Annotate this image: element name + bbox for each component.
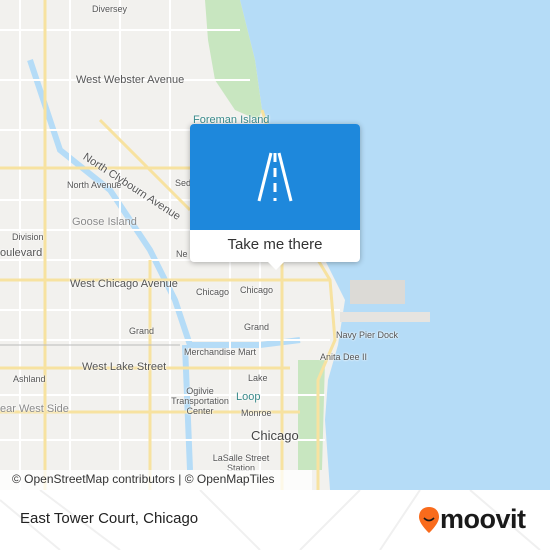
popup-header <box>190 124 360 230</box>
popup-pointer <box>268 262 284 270</box>
place-name: East Tower Court, Chicago <box>20 510 199 527</box>
map-label: Chicago <box>251 428 299 443</box>
map-label: North Avenue <box>67 180 122 190</box>
map-label: Grand <box>129 326 155 336</box>
moovit-logo[interactable]: moovit <box>418 504 526 535</box>
map-label: Loop <box>236 391 261 403</box>
map-label: West Webster Avenue <box>76 74 185 86</box>
map-label: Sed <box>175 178 192 188</box>
map-label: Grand <box>244 322 270 332</box>
moovit-pin-icon <box>419 506 439 533</box>
destination-popup[interactable]: Take me there <box>190 124 360 270</box>
map-label: ear West Side <box>0 403 69 415</box>
map-attribution[interactable]: © OpenStreetMap contributors | © OpenMap… <box>0 470 312 490</box>
map-label: Ne <box>176 249 188 259</box>
map-label: West Lake Street <box>82 361 167 373</box>
map-label: Division <box>12 232 44 242</box>
map-label: Monroe <box>241 408 272 418</box>
map-label: West Chicago Avenue <box>70 278 178 290</box>
map-label: Anita Dee II <box>320 352 368 362</box>
road-icon <box>257 152 293 202</box>
map-label: Ogilvie Transportation Center <box>171 386 229 416</box>
map-label: Navy Pier Dock <box>336 330 399 340</box>
map-label: Merchandise Mart <box>184 347 257 357</box>
map-label: Goose Island <box>72 216 137 228</box>
map-label: oulevard <box>0 247 43 259</box>
take-me-there-button[interactable]: Take me there <box>190 230 360 262</box>
map-label: Chicago <box>196 287 230 297</box>
map-label: Diversey <box>92 4 128 14</box>
moovit-wordmark: moovit <box>440 504 526 534</box>
navy-pier <box>340 312 430 322</box>
map-label: Ashland <box>13 374 46 384</box>
map-label: Lake <box>248 373 268 383</box>
map-label: Chicago <box>240 285 274 295</box>
